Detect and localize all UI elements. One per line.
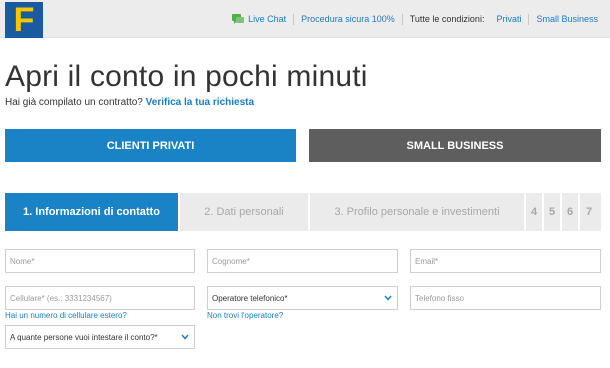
logo-letter: F [13, 1, 35, 39]
small-business-button[interactable]: SMALL BUSINESS [309, 129, 601, 162]
phone-operator-value: Operatore telefonico* [212, 293, 288, 303]
step-5[interactable]: 5 [544, 193, 562, 231]
top-navigation: Live Chat Procedura sicura 100% Tutte le… [232, 12, 598, 26]
step-4[interactable]: 4 [526, 193, 544, 231]
account-holders-value: A quante persone vuoi intestare il conto… [10, 332, 158, 342]
email-field[interactable]: Email* [410, 249, 601, 273]
mobile-phone-field[interactable]: Cellulare* (es.: 3331234567) [5, 286, 195, 310]
nav-divider [293, 13, 295, 25]
chevron-down-icon [181, 334, 189, 340]
private-clients-button[interactable]: CLIENTI PRIVATI [5, 129, 296, 162]
mobile-phone-placeholder: Cellulare* (es.: 3331234567) [10, 293, 112, 303]
small-business-link[interactable]: Small Business [536, 14, 598, 24]
last-name-field[interactable]: Cognome* [207, 249, 398, 273]
foreign-mobile-link[interactable]: Hai un numero di cellulare estero? [5, 311, 127, 320]
step-6[interactable]: 6 [562, 193, 580, 231]
step-7[interactable]: 7 [580, 193, 598, 231]
secure-procedure-link[interactable]: Procedura sicura 100% [301, 14, 395, 24]
landline-phone-placeholder: Telefono fisso [415, 293, 464, 303]
email-placeholder: Email* [415, 256, 439, 266]
page-title: Apri il conto in pochi minuti [5, 60, 368, 93]
landline-phone-field[interactable]: Telefono fisso [410, 286, 601, 310]
step-contact-info[interactable]: 1. Informazioni di contatto [5, 193, 180, 231]
nav-divider [401, 13, 403, 25]
progress-steps: 1. Informazioni di contatto 2. Dati pers… [5, 193, 601, 231]
brand-logo[interactable]: F [5, 2, 43, 38]
step-personal-data[interactable]: 2. Dati personali [180, 193, 310, 231]
privati-link[interactable]: Privati [496, 14, 521, 24]
first-name-placeholder: Nome* [10, 256, 35, 266]
chevron-down-icon [384, 295, 392, 301]
account-holders-select[interactable]: A quante persone vuoi intestare il conto… [5, 325, 195, 349]
conditions-label: Tutte le condizioni: [409, 14, 485, 24]
step-investment-profile[interactable]: 3. Profilo personale e investimenti [310, 193, 526, 231]
operator-not-found-link[interactable]: Non trovi l'operatore? [207, 311, 283, 320]
top-bar: F Live Chat Procedura sicura 100% Tutte … [0, 0, 610, 38]
page-subtitle: Hai già compilato un contratto? Verifica… [5, 97, 254, 108]
phone-operator-select[interactable]: Operatore telefonico* [207, 286, 398, 310]
chat-icon[interactable] [232, 13, 245, 25]
last-name-placeholder: Cognome* [212, 256, 250, 266]
live-chat-link[interactable]: Live Chat [248, 14, 286, 24]
nav-divider [528, 13, 530, 25]
verify-request-link[interactable]: Verifica la tua richiesta [146, 97, 254, 108]
first-name-field[interactable]: Nome* [5, 249, 195, 273]
subtitle-prefix: Hai già compilato un contratto? [5, 97, 143, 108]
